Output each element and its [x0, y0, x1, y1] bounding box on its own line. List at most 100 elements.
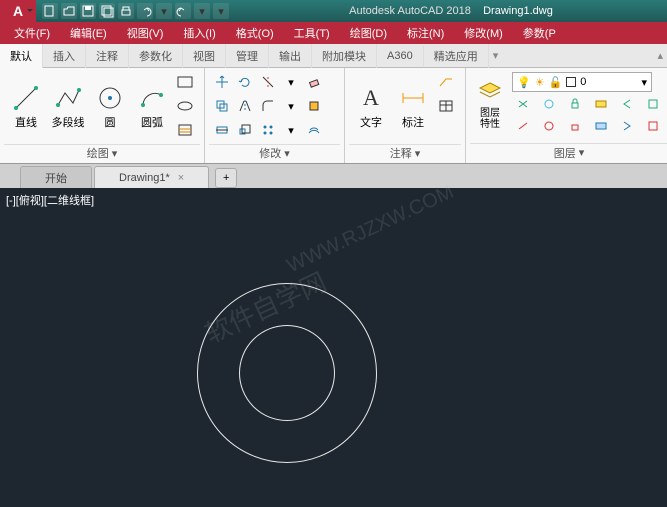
menu-modify[interactable]: 修改(M)	[454, 22, 513, 44]
menu-tools[interactable]: 工具(T)	[284, 22, 340, 44]
doc-tab-label: Drawing1*	[119, 172, 170, 184]
polyline-icon	[54, 84, 82, 112]
leader-icon[interactable]	[435, 72, 457, 92]
fillet-icon[interactable]	[257, 96, 279, 116]
trim-icon[interactable]	[257, 72, 279, 92]
stretch-icon[interactable]	[211, 120, 233, 140]
tab-manage[interactable]: 管理	[226, 44, 269, 68]
sun-icon: ☀	[535, 76, 545, 89]
array-drop-icon[interactable]: ▾	[280, 120, 302, 140]
menu-dim[interactable]: 标注(N)	[397, 22, 454, 44]
layer-match-icon[interactable]	[590, 94, 612, 114]
annot-more-icon[interactable]	[435, 120, 457, 140]
panel-layers-title[interactable]: 图层▾	[470, 143, 667, 161]
tab-addins[interactable]: 附加模块	[312, 44, 377, 68]
panel-annot-title[interactable]: 注释▾	[349, 144, 461, 161]
layer-off-icon[interactable]	[512, 94, 534, 114]
layer-properties-button[interactable]: 图层 特性	[472, 76, 508, 132]
circle-label: 圆	[105, 114, 116, 130]
copy-icon[interactable]	[211, 96, 233, 116]
save-icon[interactable]	[80, 3, 96, 19]
undo-icon[interactable]	[137, 3, 153, 19]
layer-walk-icon[interactable]	[616, 116, 638, 136]
layer-lock-icon[interactable]	[564, 94, 586, 114]
menu-file[interactable]: 文件(F)	[4, 22, 60, 44]
table-icon[interactable]	[435, 96, 457, 116]
scale-icon[interactable]	[234, 120, 256, 140]
doc-tab-drawing1[interactable]: Drawing1* ×	[94, 166, 209, 188]
line-button[interactable]: 直线	[6, 72, 46, 142]
polyline-label: 多段线	[52, 114, 85, 130]
ribbon-tab-strip: 默认 插入 注释 参数化 视图 管理 输出 附加模块 A360 精选应用 ▾ ▴	[0, 44, 667, 68]
new-icon[interactable]	[42, 3, 58, 19]
redo-icon[interactable]	[175, 3, 191, 19]
offset-icon[interactable]	[303, 120, 325, 140]
polyline-button[interactable]: 多段线	[48, 72, 88, 142]
chevron-down-icon[interactable]: ▾	[156, 3, 172, 19]
menu-format[interactable]: 格式(O)	[226, 22, 284, 44]
ellipse-icon[interactable]	[174, 96, 196, 116]
mirror-icon[interactable]	[234, 96, 256, 116]
panel-draw-title[interactable]: 绘图▾	[4, 144, 200, 161]
extend-icon[interactable]: ▾	[280, 72, 302, 92]
move-icon[interactable]	[211, 72, 233, 92]
menu-draw[interactable]: 绘图(D)	[340, 22, 397, 44]
tab-insert[interactable]: 插入	[43, 44, 86, 68]
open-icon[interactable]	[61, 3, 77, 19]
chamfer-icon[interactable]: ▾	[280, 96, 302, 116]
chevron-down-icon[interactable]: ▾	[194, 3, 210, 19]
layer-props-label: 图层 特性	[480, 108, 500, 130]
watermark: WWW.RJZXW.COM	[284, 181, 458, 278]
menu-edit[interactable]: 编辑(E)	[60, 22, 117, 44]
circle-button[interactable]: 圆	[90, 72, 130, 142]
menu-view[interactable]: 视图(V)	[117, 22, 174, 44]
menu-insert[interactable]: 插入(I)	[173, 22, 225, 44]
text-button[interactable]: A 文字	[351, 72, 391, 142]
tab-annotate[interactable]: 注释	[86, 44, 129, 68]
app-menu-button[interactable]: A	[0, 0, 36, 22]
tab-a360[interactable]: A360	[377, 46, 424, 66]
layer-iso-icon[interactable]	[642, 94, 664, 114]
drawing-canvas[interactable]: [-][俯视][二维线框] WWW.RJZXW.COM 软件自学网	[0, 188, 667, 507]
ribbon-minimize-icon[interactable]: ▴	[653, 49, 667, 62]
tab-view[interactable]: 视图	[183, 44, 226, 68]
arc-button[interactable]: 圆弧	[132, 72, 172, 142]
close-icon[interactable]: ×	[178, 172, 184, 184]
layer-unlock-icon[interactable]	[564, 116, 586, 136]
tab-featured[interactable]: 精选应用	[424, 44, 489, 68]
panel-annotation: A 文字 标注 注释▾	[345, 68, 466, 163]
rectangle-icon[interactable]	[174, 72, 196, 92]
text-icon: A	[357, 84, 385, 112]
saveas-icon[interactable]	[99, 3, 115, 19]
chevron-down-icon: ▾	[284, 147, 290, 160]
dimension-button[interactable]: 标注	[393, 72, 433, 142]
rotate-icon[interactable]	[234, 72, 256, 92]
layer-freeze-icon[interactable]	[538, 94, 560, 114]
dimension-icon	[399, 84, 427, 112]
arc-icon	[138, 84, 166, 112]
menu-bar: 文件(F) 编辑(E) 视图(V) 插入(I) 格式(O) 工具(T) 绘图(D…	[0, 22, 667, 44]
layer-thaw-icon[interactable]	[538, 116, 560, 136]
tab-parametric[interactable]: 参数化	[129, 44, 183, 68]
erase-icon[interactable]	[303, 72, 325, 92]
layer-prev-icon[interactable]	[616, 94, 638, 114]
doc-tab-start[interactable]: 开始	[20, 166, 92, 188]
panel-layers: 图层 特性 💡 ☀ 🔓 0 ▾	[466, 68, 667, 163]
print-icon[interactable]	[118, 3, 134, 19]
arc-label: 圆弧	[141, 114, 163, 130]
panel-modify-title[interactable]: 修改▾	[209, 144, 340, 161]
qat-customize-icon[interactable]: ▾	[213, 3, 229, 19]
layer-on-icon[interactable]	[512, 116, 534, 136]
explode-icon[interactable]	[303, 96, 325, 116]
tab-output[interactable]: 输出	[269, 44, 312, 68]
layer-dropdown[interactable]: 💡 ☀ 🔓 0 ▾	[512, 72, 652, 92]
layer-uniso-icon[interactable]	[642, 116, 664, 136]
array-icon[interactable]	[257, 120, 279, 140]
tab-overflow-icon[interactable]: ▾	[489, 49, 503, 62]
viewport-label[interactable]: [-][俯视][二维线框]	[6, 192, 94, 208]
tab-default[interactable]: 默认	[0, 44, 43, 68]
add-tab-button[interactable]: +	[215, 168, 237, 188]
menu-param[interactable]: 参数(P	[513, 22, 566, 44]
hatch-icon[interactable]	[174, 120, 196, 140]
layer-state-icon[interactable]	[590, 116, 612, 136]
